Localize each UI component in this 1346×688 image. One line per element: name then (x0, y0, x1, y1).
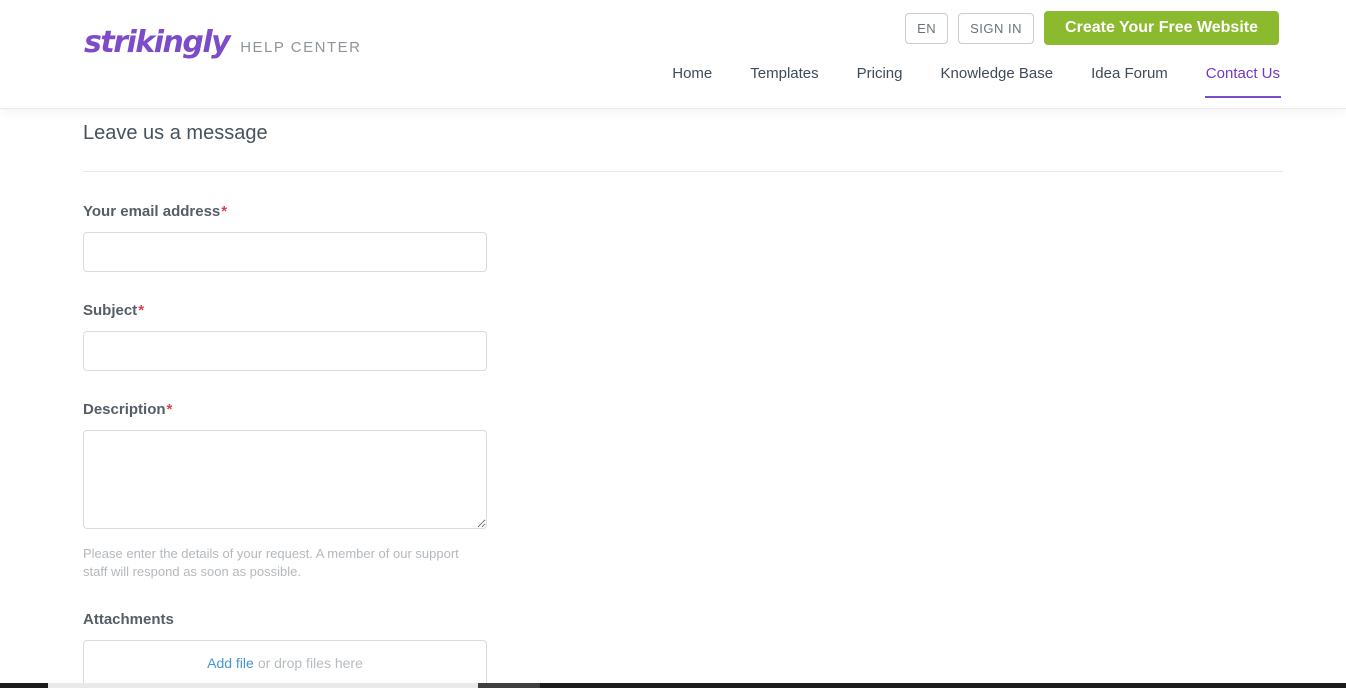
brand-wordmark: strikingly (84, 25, 231, 60)
attachments-label: Attachments (83, 611, 174, 628)
language-button[interactable]: EN (905, 12, 949, 44)
description-field-group: Description* Please enter the details of… (83, 401, 487, 581)
description-label-text: Description (83, 401, 166, 418)
help-center-header: strikingly HELP CENTER EN SIGN IN Create… (0, 0, 1346, 108)
subject-label: Subject* (83, 302, 487, 319)
email-label: Your email address* (83, 203, 487, 220)
nav-item-knowledge-base[interactable]: Knowledge Base (941, 64, 1054, 83)
subject-input[interactable] (83, 331, 487, 371)
main-nav: Home Templates Pricing Knowledge Base Id… (672, 64, 1282, 98)
description-textarea[interactable] (83, 430, 487, 529)
help-center-label: HELP CENTER (240, 39, 362, 56)
header-actions: EN SIGN IN Create Your Free Website (905, 11, 1279, 45)
taskbar-edge-light-segment (48, 683, 478, 688)
taskbar-edge (0, 683, 1346, 688)
nav-item-pricing[interactable]: Pricing (857, 64, 903, 83)
subject-field-group: Subject* (83, 302, 487, 371)
nav-item-home[interactable]: Home (672, 64, 712, 83)
email-field-group: Your email address* (83, 203, 487, 272)
contact-form-page: Leave us a message Your email address* S… (83, 122, 1283, 686)
required-asterisk: * (138, 302, 145, 319)
add-file-link[interactable]: Add file (207, 655, 254, 671)
email-input[interactable] (83, 232, 487, 272)
sign-in-button[interactable]: SIGN IN (958, 12, 1035, 44)
nav-item-contact-us[interactable]: Contact Us (1204, 64, 1282, 98)
strikingly-logo[interactable]: strikingly HELP CENTER (84, 28, 361, 58)
attachments-group: Attachments Add file or drop files here (83, 611, 487, 686)
email-label-text: Your email address (83, 203, 221, 220)
subject-label-text: Subject (83, 302, 138, 319)
required-asterisk: * (221, 203, 228, 220)
support-ticket-form: Your email address* Subject* Description… (83, 203, 487, 686)
create-website-button[interactable]: Create Your Free Website (1044, 11, 1279, 45)
taskbar-edge-mid-segment (478, 683, 540, 688)
description-help-text: Please enter the details of your request… (83, 546, 459, 579)
nav-item-templates[interactable]: Templates (750, 64, 818, 83)
drop-files-hint: or drop files here (257, 655, 363, 671)
title-divider (83, 171, 1283, 172)
attachments-dropzone[interactable]: Add file or drop files here (83, 640, 487, 686)
required-asterisk: * (166, 401, 173, 418)
description-label: Description* (83, 401, 487, 418)
page-title: Leave us a message (83, 122, 268, 144)
nav-item-idea-forum[interactable]: Idea Forum (1091, 64, 1168, 83)
